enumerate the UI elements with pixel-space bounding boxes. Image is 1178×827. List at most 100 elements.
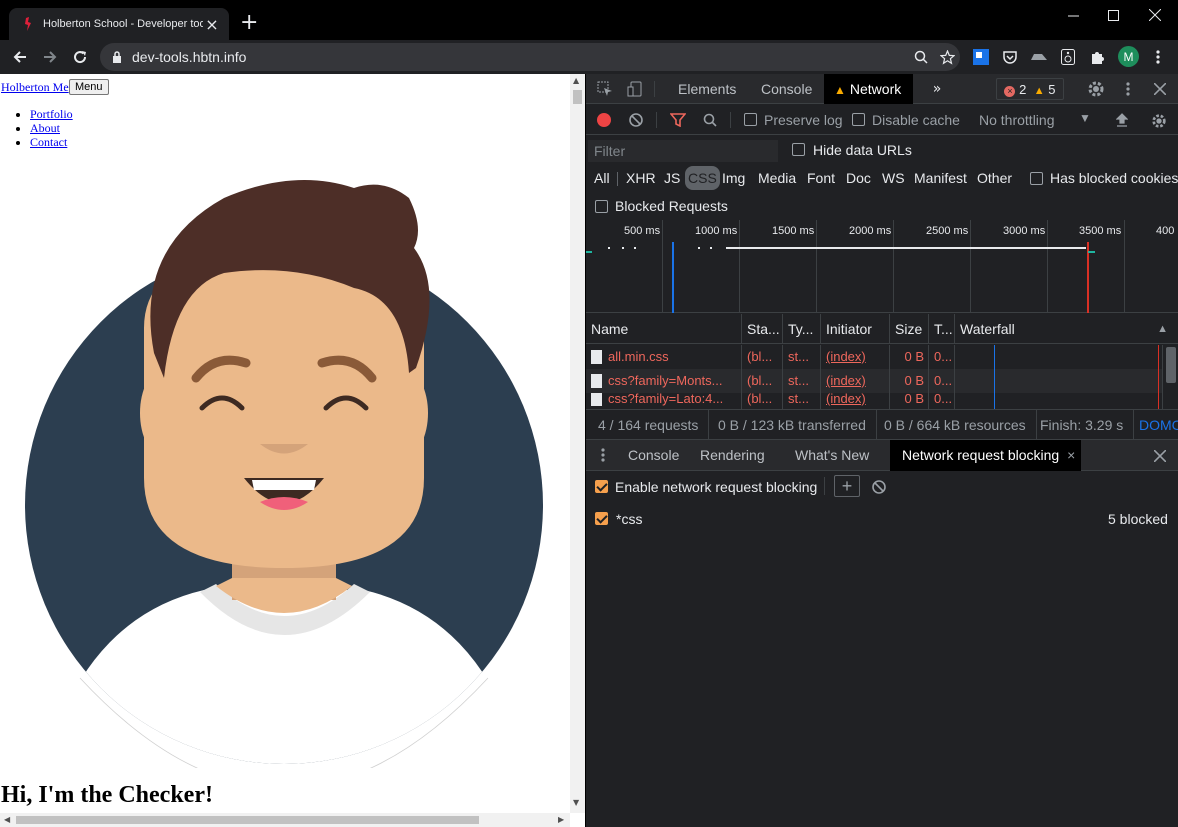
close-drawer-icon[interactable] xyxy=(1150,446,1170,466)
type-filter-css[interactable]: CSS xyxy=(685,166,720,190)
profile-avatar[interactable]: M xyxy=(1118,46,1139,67)
network-overview-timeline[interactable]: 500 ms 1000 ms 1500 ms 2000 ms 2500 ms 3… xyxy=(586,220,1178,313)
type-filter-font[interactable]: Font xyxy=(807,166,835,190)
forward-icon[interactable] xyxy=(39,46,61,68)
drawer-tab-whats-new[interactable]: What's New xyxy=(795,440,869,471)
clear-icon[interactable] xyxy=(628,112,644,128)
type-filter-doc[interactable]: Doc xyxy=(846,166,871,190)
zoom-icon[interactable] xyxy=(908,50,934,64)
type-filter-all[interactable]: All xyxy=(594,166,610,190)
blocked-requests-checkbox[interactable] xyxy=(595,200,608,213)
tab-network-label: Network xyxy=(849,81,902,97)
brand-link[interactable]: Holberton Me xyxy=(1,80,69,95)
inspect-element-icon[interactable] xyxy=(596,80,614,98)
type-filter-manifest[interactable]: Manifest xyxy=(914,166,967,190)
reload-icon[interactable] xyxy=(69,46,91,68)
extension-car-icon[interactable] xyxy=(1029,47,1049,67)
scroll-thumb[interactable] xyxy=(16,816,479,824)
close-tab-icon[interactable]: × xyxy=(203,15,221,34)
pattern-enabled-checkbox[interactable] xyxy=(595,512,608,525)
filter-input[interactable]: Filter xyxy=(588,140,778,162)
web-page: Holberton Me Menu Portfolio About Contac… xyxy=(0,74,570,813)
table-scrollbar[interactable] xyxy=(1162,345,1178,409)
settings-gear-icon[interactable] xyxy=(1086,79,1106,99)
nav-link-contact[interactable]: Contact xyxy=(30,135,67,149)
disable-cache-label: Disable cache xyxy=(872,112,960,128)
address-bar[interactable]: dev-tools.hbtn.info xyxy=(100,43,960,71)
throttling-select[interactable]: No throttling xyxy=(979,112,1054,128)
type-filter-img[interactable]: Img xyxy=(722,166,745,190)
back-icon[interactable] xyxy=(9,46,31,68)
scroll-thumb[interactable] xyxy=(573,90,582,104)
type-filter-js[interactable]: JS xyxy=(664,166,680,190)
vertical-scrollbar[interactable]: ▲ ▼ xyxy=(570,74,585,813)
speaker-extension-icon[interactable] xyxy=(1058,47,1078,67)
table-row[interactable]: css?family=Lato:4... (bl... st... (index… xyxy=(586,393,1178,409)
column-header-type[interactable]: Ty... xyxy=(783,314,821,344)
hide-data-urls-checkbox[interactable] xyxy=(792,143,805,156)
disable-cache-checkbox[interactable] xyxy=(852,113,865,126)
new-tab-icon[interactable]: + xyxy=(240,12,258,34)
close-devtools-icon[interactable] xyxy=(1150,79,1170,99)
drawer-menu-icon[interactable] xyxy=(598,446,608,464)
extension-blue-icon[interactable] xyxy=(971,47,991,67)
scroll-thumb[interactable] xyxy=(1166,347,1176,383)
column-header-initiator[interactable]: Initiator xyxy=(821,314,890,344)
tab-network[interactable]: ▲ Network xyxy=(824,74,914,104)
pocket-icon[interactable] xyxy=(1000,47,1020,67)
network-settings-gear-icon[interactable] xyxy=(1150,112,1168,130)
import-har-icon[interactable] xyxy=(1114,112,1130,128)
transferred-size: 0 B / 123 kB transferred xyxy=(708,410,877,440)
tab-title: Holberton School - Developer tools xyxy=(43,18,203,30)
record-icon[interactable] xyxy=(596,112,612,128)
nav-link-portfolio[interactable]: Portfolio xyxy=(30,107,73,121)
more-tabs-chevron-icon[interactable]: » xyxy=(928,80,946,98)
device-toolbar-icon[interactable] xyxy=(626,80,644,98)
cell-initiator-link[interactable]: (index) xyxy=(821,369,890,393)
drawer-tab-rendering[interactable]: Rendering xyxy=(700,440,765,471)
search-icon[interactable] xyxy=(702,112,718,128)
kebab-menu-icon[interactable] xyxy=(1118,79,1138,99)
horizontal-scrollbar[interactable]: ◀ ▶ xyxy=(0,813,570,827)
has-blocked-cookies-checkbox[interactable] xyxy=(1030,172,1043,185)
cell-initiator-link[interactable]: (index) xyxy=(821,345,890,369)
preserve-log-checkbox[interactable] xyxy=(744,113,757,126)
type-filter-xhr[interactable]: XHR xyxy=(626,166,656,190)
nav-link-about[interactable]: About xyxy=(30,121,60,135)
drawer-tab-network-request-blocking[interactable]: Network request blocking × xyxy=(890,440,1082,471)
column-header-waterfall[interactable]: Waterfall ▲ xyxy=(955,314,1178,344)
issues-counter[interactable]: × 2 ▲ 5 xyxy=(996,78,1064,100)
type-filter-media[interactable]: Media xyxy=(758,166,796,190)
column-header-time[interactable]: T... xyxy=(929,314,955,344)
extensions-puzzle-icon[interactable] xyxy=(1088,47,1108,67)
chevron-down-icon[interactable]: ▼ xyxy=(1079,111,1091,125)
type-filter-other[interactable]: Other xyxy=(977,166,1012,190)
cell-initiator-link[interactable]: (index) xyxy=(821,393,890,409)
type-filter-ws[interactable]: WS xyxy=(882,166,905,190)
table-row[interactable]: all.min.css (bl... st... (index) 0 B 0..… xyxy=(586,345,1178,369)
filter-funnel-icon[interactable] xyxy=(670,112,686,128)
request-name: css?family=Lato:4... xyxy=(608,393,724,406)
column-header-status[interactable]: Sta... xyxy=(742,314,783,344)
column-header-size[interactable]: Size xyxy=(890,314,929,344)
remove-all-patterns-icon[interactable] xyxy=(870,478,888,496)
drawer-tab-console[interactable]: Console xyxy=(628,440,679,471)
column-header-name[interactable]: Name xyxy=(586,314,742,344)
bookmark-star-icon[interactable] xyxy=(934,49,960,65)
menu-button[interactable]: Menu xyxy=(69,79,109,95)
browser-tab[interactable]: Holberton School - Developer tools × xyxy=(9,8,229,40)
scroll-right-icon[interactable]: ▶ xyxy=(558,815,564,824)
maximize-icon[interactable] xyxy=(1090,0,1136,30)
table-row[interactable]: css?family=Monts... (bl... st... (index)… xyxy=(586,369,1178,393)
add-pattern-button[interactable]: + xyxy=(834,475,860,497)
close-window-icon[interactable] xyxy=(1132,0,1178,30)
blocking-pattern[interactable]: *css xyxy=(616,511,642,527)
close-drawer-tab-icon[interactable]: × xyxy=(1067,447,1075,463)
tab-console[interactable]: Console xyxy=(761,74,812,104)
scroll-down-icon[interactable]: ▼ xyxy=(573,798,579,807)
chrome-menu-icon[interactable] xyxy=(1148,47,1168,67)
tab-elements[interactable]: Elements xyxy=(678,74,736,104)
enable-blocking-checkbox[interactable] xyxy=(595,480,608,493)
scroll-left-icon[interactable]: ◀ xyxy=(4,815,10,824)
scroll-up-icon[interactable]: ▲ xyxy=(573,76,579,85)
